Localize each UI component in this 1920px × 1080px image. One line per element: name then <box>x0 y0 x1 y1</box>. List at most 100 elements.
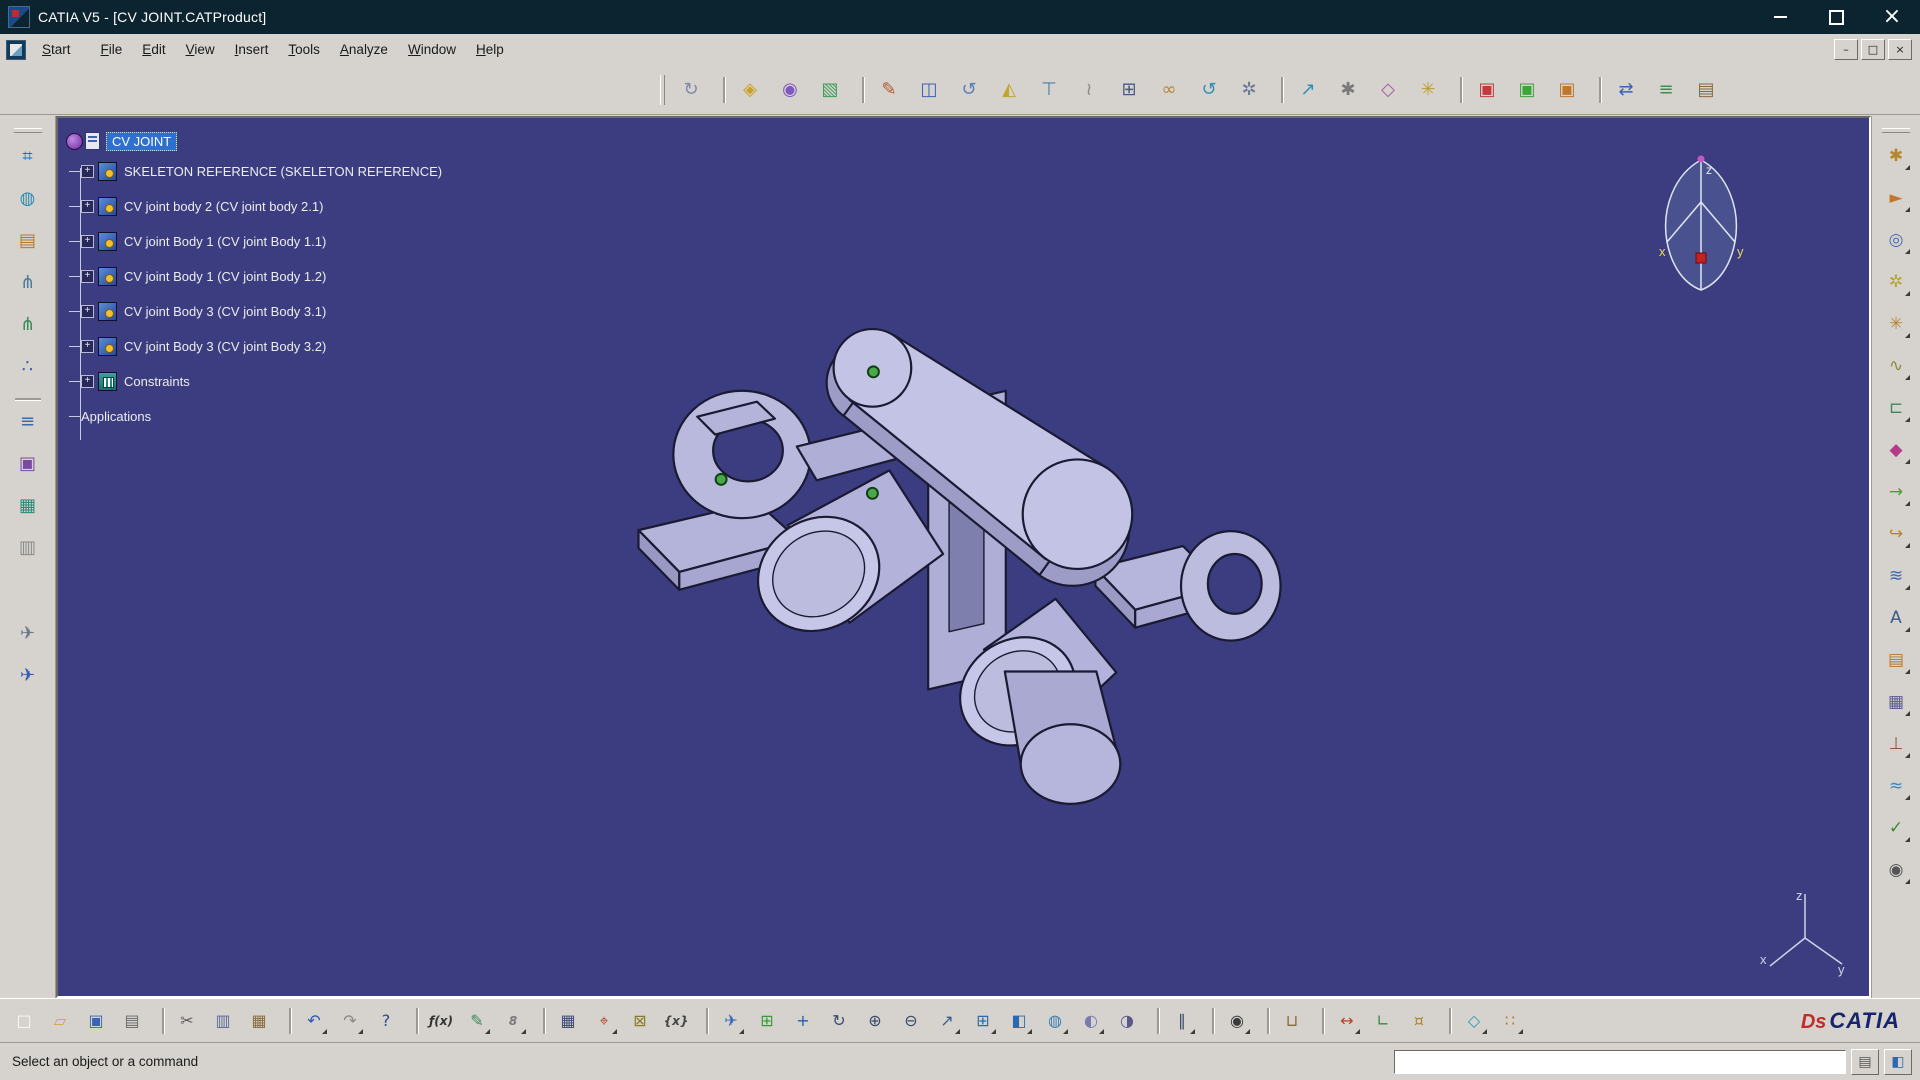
turntable-icon[interactable]: ◎ <box>1881 225 1911 255</box>
jet-gray-icon[interactable]: ✈ <box>12 618 44 650</box>
document-menu-icon[interactable] <box>6 40 26 60</box>
promote-arrow-icon[interactable]: ↗ <box>1292 74 1324 106</box>
tree-root[interactable]: CV JOINT <box>66 128 666 154</box>
mdi-close-button[interactable]: × <box>1888 39 1912 60</box>
tree-item[interactable]: Applications <box>66 399 666 434</box>
view-gears-icon[interactable]: ✱ <box>1881 141 1911 171</box>
formula-fx-icon[interactable]: ƒ(x) <box>427 1007 455 1035</box>
component-sheet-icon[interactable]: ▤ <box>12 225 44 257</box>
paste-clipboard-icon[interactable]: ▦ <box>245 1007 273 1035</box>
expander-icon[interactable]: + <box>81 235 94 248</box>
branch-list-icon[interactable]: ≡ <box>12 406 44 438</box>
tree-item[interactable]: +CV joint Body 1 (CV joint Body 1.1) <box>66 224 666 259</box>
assembly-box-icon[interactable]: ◫ <box>913 74 945 106</box>
cam-mechanism-icon[interactable]: ✳ <box>1881 309 1911 339</box>
graph-tree-green-icon[interactable]: ⋔ <box>12 309 44 341</box>
update-cycle-icon[interactable]: ↺ <box>1193 74 1225 106</box>
spring-icon[interactable]: ∿ <box>1881 351 1911 381</box>
menu-help[interactable]: Help <box>466 38 514 61</box>
close-button[interactable]: × <box>1864 0 1920 34</box>
measure-item-icon[interactable]: ∟ <box>1369 1007 1397 1035</box>
measure-between-icon[interactable]: ↔ <box>1333 1007 1361 1035</box>
frame-grid-icon[interactable]: ⊞ <box>1113 74 1145 106</box>
graduations-ruler-icon[interactable]: ∥ <box>1168 1007 1196 1035</box>
knowledge-8-icon[interactable]: 8 <box>499 1007 527 1035</box>
rotate-orbit-icon[interactable]: ↻ <box>825 1007 853 1035</box>
tree-item-label[interactable]: CV joint Body 3 (CV joint Body 3.1) <box>124 304 326 319</box>
tree-item[interactable]: + CV joint Body 3 (CV joint Body 3.1) <box>66 294 666 329</box>
power-input-field[interactable] <box>1394 1050 1846 1074</box>
wedge-solid-icon[interactable]: ◭ <box>993 74 1025 106</box>
tree-item[interactable]: + CV joint Body 1 (CV joint Body 1.2) <box>66 259 666 294</box>
gear-gray-icon[interactable]: ✱ <box>1332 74 1364 106</box>
comment-pencil-icon[interactable]: ✎ <box>463 1007 491 1035</box>
nodes-network-icon[interactable]: ∴ <box>12 351 44 383</box>
menu-window[interactable]: Window <box>398 38 466 61</box>
toolbar-grip[interactable] <box>660 75 665 105</box>
viewport-3d[interactable]: CV JOINT + SKELETON REFERENCE (SKELETON R… <box>56 116 1871 998</box>
purple-box-icon[interactable]: ▣ <box>12 448 44 480</box>
tree-item[interactable]: +Constraints <box>66 364 666 399</box>
globe-search-icon[interactable]: ◍ <box>12 183 44 215</box>
save-disk-icon[interactable]: ▣ <box>82 1007 110 1035</box>
parameters-icon[interactable]: {x} <box>662 1007 690 1035</box>
export-arrow-icon[interactable]: → <box>1881 477 1911 507</box>
expander-icon[interactable]: + <box>81 305 94 318</box>
whats-this-icon[interactable]: ? <box>372 1007 400 1035</box>
fly-mode-icon[interactable]: ✈ <box>717 1007 745 1035</box>
jet-blue-icon[interactable]: ✈ <box>12 660 44 692</box>
view-compass[interactable]: x y z <box>1643 154 1759 304</box>
axis-target-icon[interactable]: ⌖ <box>590 1007 618 1035</box>
new-document-icon[interactable]: □ <box>10 1007 38 1035</box>
list-green-icon[interactable]: ≡ <box>1650 74 1682 106</box>
disk-green-icon[interactable]: ▣ <box>1511 74 1543 106</box>
zoom-out-icon[interactable]: ⊖ <box>897 1007 925 1035</box>
catalog-book-icon[interactable]: ◈ <box>734 74 766 106</box>
film-frames-icon[interactable]: ▦ <box>1881 687 1911 717</box>
tree-item-label[interactable]: SKELETON REFERENCE (SKELETON REFERENCE) <box>124 164 442 179</box>
tree-item-label[interactable]: CV joint body 2 (CV joint body 2.1) <box>124 199 323 214</box>
update-spiral-icon[interactable]: ↻ <box>675 74 707 106</box>
normal-view-icon[interactable]: ↗ <box>933 1007 961 1035</box>
toolbar-grip[interactable] <box>14 128 42 133</box>
tree-item[interactable]: + CV joint Body 3 (CV joint Body 3.2) <box>66 329 666 364</box>
graph-tree-icon[interactable]: ⋔ <box>12 267 44 299</box>
open-folder-icon[interactable]: ▱ <box>46 1007 74 1035</box>
part-rotate-icon[interactable]: ↺ <box>953 74 985 106</box>
tree-item-label[interactable]: Applications <box>81 409 151 424</box>
pan-icon[interactable]: + <box>789 1007 817 1035</box>
annotation-text-icon[interactable]: A <box>1881 603 1911 633</box>
multi-view-icon[interactable]: ⊞ <box>969 1007 997 1035</box>
tree-root-label[interactable]: CV JOINT <box>106 132 177 151</box>
redo-arrow-icon[interactable]: ↷ <box>336 1007 364 1035</box>
menu-start[interactable]: Start <box>32 38 81 61</box>
expander-icon[interactable]: + <box>81 200 94 213</box>
expander-icon[interactable]: + <box>81 340 94 353</box>
command-list-button[interactable]: ▤ <box>1851 1049 1879 1075</box>
menu-file[interactable]: File <box>91 38 133 61</box>
section-tool-icon[interactable]: ⊥ <box>1881 729 1911 759</box>
shading-cylinder-icon[interactable]: ◍ <box>1041 1007 1069 1035</box>
hide-show-icon[interactable]: ◐ <box>1077 1007 1105 1035</box>
plane-surface-icon[interactable]: ◇ <box>1460 1007 1488 1035</box>
layers-stack-icon[interactable]: ≋ <box>1881 561 1911 591</box>
tree-item-label[interactable]: CV joint Body 3 (CV joint Body 3.2) <box>124 339 326 354</box>
tree-item-label[interactable]: CV joint Body 1 (CV joint Body 1.2) <box>124 269 326 284</box>
undo-arrow-icon[interactable]: ↶ <box>300 1007 328 1035</box>
print-icon[interactable]: ▤ <box>118 1007 146 1035</box>
maximize-button[interactable] <box>1808 0 1864 34</box>
tree-item[interactable]: + CV joint body 2 (CV joint body 2.1) <box>66 189 666 224</box>
render-swatch-icon[interactable]: ▧ <box>814 74 846 106</box>
cut-scissors-icon[interactable]: ✂ <box>173 1007 201 1035</box>
gear-diamond-icon[interactable]: ◆ <box>1881 435 1911 465</box>
compass-base-square[interactable] <box>1696 253 1706 263</box>
power-input-button[interactable]: ◧ <box>1884 1049 1912 1075</box>
minimize-button[interactable] <box>1752 0 1808 34</box>
catalog-basket-icon[interactable]: ⊔ <box>1278 1007 1306 1035</box>
swap-links-icon[interactable]: ⇄ <box>1610 74 1642 106</box>
cv-joint-model[interactable] <box>638 329 1280 804</box>
star-explode-icon[interactable]: ✳ <box>1412 74 1444 106</box>
padlock-icon[interactable]: ⊠ <box>626 1007 654 1035</box>
expander-icon[interactable]: + <box>81 270 94 283</box>
clamp-anchor-icon[interactable]: ⊤ <box>1033 74 1065 106</box>
